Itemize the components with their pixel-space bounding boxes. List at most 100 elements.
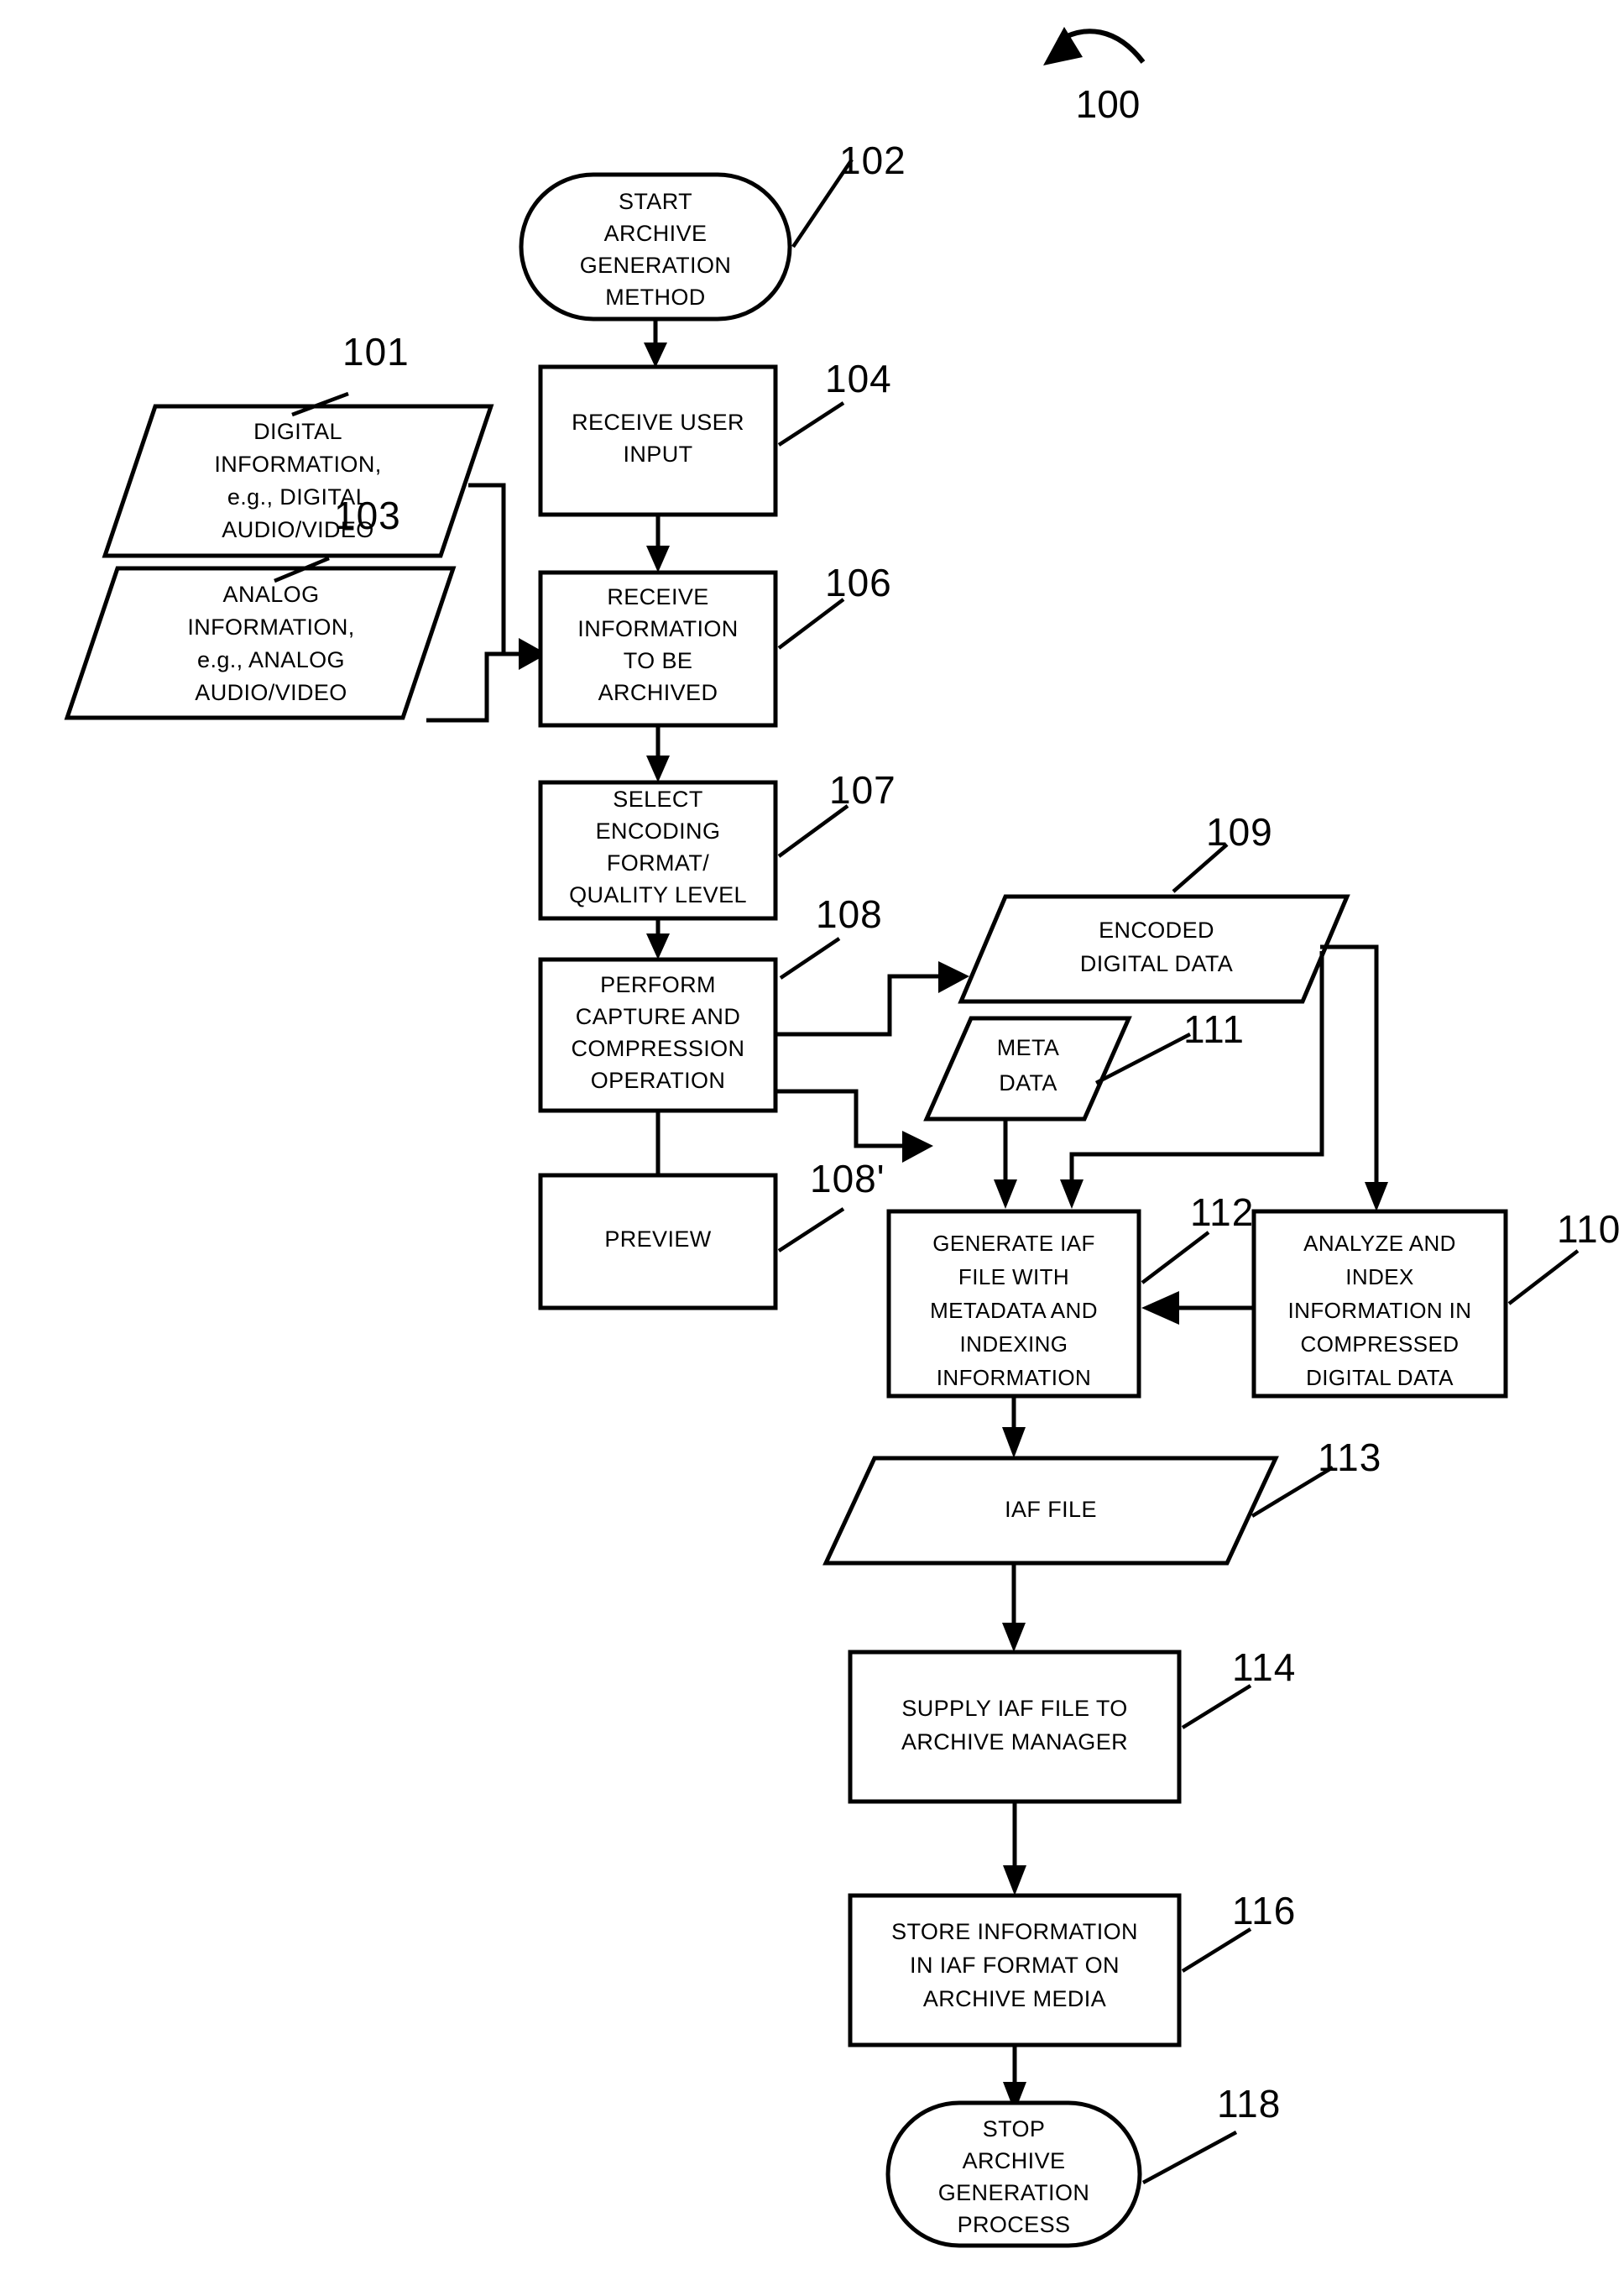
ref-number-102: 102 (839, 139, 906, 182)
analog-info-line-2: INFORMATION, (187, 614, 354, 640)
stop-line-4: PROCESS (958, 2212, 1071, 2237)
ref-number-104: 104 (825, 357, 892, 400)
node-receive-information-106: RECEIVE INFORMATION TO BE ARCHIVED 106 (538, 561, 892, 728)
digital-info-line-1: DIGITAL (253, 419, 342, 444)
arrow-104-to-106 (646, 515, 670, 573)
perform-capture-line-4: OPERATION (591, 1068, 726, 1093)
start-line-1: START (619, 189, 692, 214)
digital-info-line-2: INFORMATION, (214, 452, 381, 477)
stop-line-2: ARCHIVE (963, 2148, 1066, 2173)
generate-iaf-line-3: METADATA AND (930, 1298, 1098, 1323)
analyze-index-line-5: DIGITAL DATA (1306, 1365, 1454, 1390)
store-information-line-1: STORE INFORMATION (891, 1919, 1138, 1944)
analyze-index-line-3: INFORMATION IN (1288, 1298, 1472, 1323)
connector-113-to-114 (1002, 1563, 1026, 1652)
meta-data-parallelogram (923, 1016, 1132, 1122)
supply-iaf-line-2: ARCHIVE MANAGER (901, 1729, 1128, 1754)
select-encoding-line-2: ENCODING (596, 818, 721, 844)
connector-111-to-112 (994, 1119, 1017, 1209)
generate-iaf-line-4: INDEXING (960, 1331, 1068, 1357)
node-digital-information-101: DIGITAL INFORMATION, e.g., DIGITAL AUDIO… (102, 330, 494, 558)
connector-116-to-118 (1003, 2045, 1026, 2112)
node-supply-iaf-114: SUPPLY IAF FILE TO ARCHIVE MANAGER 114 (848, 1645, 1296, 1804)
ref-number-101: 101 (342, 330, 410, 374)
start-line-2: ARCHIVE (604, 221, 708, 246)
analyze-index-line-1: ANALYZE AND (1303, 1231, 1456, 1256)
patent-flowchart-figure: 100 START ARCHIVE GENERATION METHOD 102 … (0, 0, 1624, 2280)
figure-callout-100: 100 (1043, 27, 1146, 126)
node-iaf-file-113: IAF FILE 113 (822, 1435, 1381, 1566)
ref-number-118: 118 (1217, 2082, 1281, 2126)
receive-user-input-box (538, 364, 778, 517)
node-meta-data-111: META DATA 111 (923, 1007, 1245, 1122)
ref-number-108-prime: 108' (810, 1157, 885, 1200)
start-line-4: METHOD (605, 285, 705, 310)
analyze-index-line-4: COMPRESSED (1301, 1331, 1460, 1357)
ref-number-103: 103 (334, 494, 401, 537)
supply-iaf-line-1: SUPPLY IAF FILE TO (901, 1696, 1127, 1721)
stop-line-3: GENERATION (938, 2180, 1090, 2205)
perform-capture-line-2: CAPTURE AND (576, 1004, 740, 1029)
node-preview-108prime: PREVIEW 108' (538, 1157, 885, 1310)
connector-109-to-110 (1365, 982, 1388, 1211)
generate-iaf-line-2: FILE WITH (958, 1264, 1069, 1289)
generate-iaf-line-5: INFORMATION (937, 1365, 1091, 1390)
ref-number-112: 112 (1190, 1190, 1254, 1234)
receive-user-input-line-2: INPUT (624, 442, 693, 467)
arrow-106-to-107 (646, 725, 670, 782)
meta-data-line-1: META (997, 1035, 1060, 1060)
store-information-line-2: IN IAF FORMAT ON (910, 1953, 1120, 1978)
connector-112-to-113 (1002, 1396, 1026, 1458)
node-start-102: START ARCHIVE GENERATION METHOD 102 (519, 139, 906, 322)
node-perform-capture-108: PERFORM CAPTURE AND COMPRESSION OPERATIO… (538, 892, 883, 1113)
generate-iaf-line-1: GENERATE IAF (932, 1231, 1095, 1256)
receive-user-input-line-1: RECEIVE USER (572, 410, 744, 435)
node-analyze-index-110: ANALYZE AND INDEX INFORMATION IN COMPRES… (1251, 1207, 1621, 1399)
node-store-information-116: STORE INFORMATION IN IAF FORMAT ON ARCHI… (848, 1889, 1296, 2047)
analyze-index-line-2: INDEX (1345, 1264, 1413, 1289)
store-information-line-3: ARCHIVE MEDIA (923, 1986, 1106, 2011)
ref-number-109: 109 (1206, 810, 1273, 854)
flowchart-canvas: 100 START ARCHIVE GENERATION METHOD 102 … (64, 27, 1621, 2248)
connector-108-to-109 (775, 961, 969, 1037)
encoded-digital-data-line-2: DIGITAL DATA (1080, 951, 1233, 976)
perform-capture-line-1: PERFORM (600, 972, 716, 997)
meta-data-line-2: DATA (999, 1070, 1057, 1096)
arrow-107-to-108 (646, 918, 670, 960)
node-stop-118: STOP ARCHIVE GENERATION PROCESS 118 (885, 2082, 1281, 2248)
ref-number-114: 114 (1232, 1645, 1296, 1689)
node-encoded-digital-data-109: ENCODED DIGITAL DATA 109 (958, 810, 1350, 1004)
receive-information-line-4: ARCHIVED (598, 680, 718, 705)
stop-line-1: STOP (983, 2116, 1046, 2141)
iaf-file-label: IAF FILE (1005, 1497, 1097, 1522)
start-line-3: GENERATION (580, 253, 732, 278)
ref-number-113: 113 (1318, 1435, 1381, 1479)
encoded-digital-data-line-1: ENCODED (1099, 918, 1214, 943)
select-encoding-line-3: FORMAT/ (607, 850, 709, 876)
supply-iaf-box (848, 1650, 1182, 1804)
preview-label: PREVIEW (604, 1226, 711, 1252)
select-encoding-line-1: SELECT (613, 787, 702, 812)
connector-110-to-112 (1141, 1291, 1254, 1325)
connector-114-to-116 (1003, 1802, 1026, 1896)
analog-info-line-1: ANALOG (223, 582, 320, 607)
analog-info-line-3: e.g., ANALOG (197, 647, 345, 672)
node-receive-user-input-104: RECEIVE USER INPUT 104 (538, 357, 892, 517)
select-encoding-line-4: QUALITY LEVEL (569, 882, 747, 907)
figure-number: 100 (1076, 82, 1141, 126)
receive-information-line-3: TO BE (624, 648, 693, 673)
ref-number-107: 107 (829, 768, 896, 812)
node-generate-iaf-112: GENERATE IAF FILE WITH METADATA AND INDE… (886, 1190, 1254, 1399)
perform-capture-line-3: COMPRESSION (572, 1036, 745, 1061)
receive-information-line-1: RECEIVE (607, 584, 708, 609)
ref-number-116: 116 (1232, 1889, 1296, 1932)
analog-info-line-4: AUDIO/VIDEO (195, 680, 347, 705)
arrow-start-to-104 (644, 319, 667, 368)
encoded-digital-data-parallelogram (958, 894, 1350, 1004)
ref-number-106: 106 (825, 561, 892, 604)
connector-108-to-111 (775, 1089, 933, 1163)
receive-information-line-2: INFORMATION (577, 616, 738, 641)
ref-number-108: 108 (816, 892, 883, 936)
ref-number-110: 110 (1557, 1207, 1621, 1251)
ref-number-111: 111 (1183, 1007, 1245, 1051)
